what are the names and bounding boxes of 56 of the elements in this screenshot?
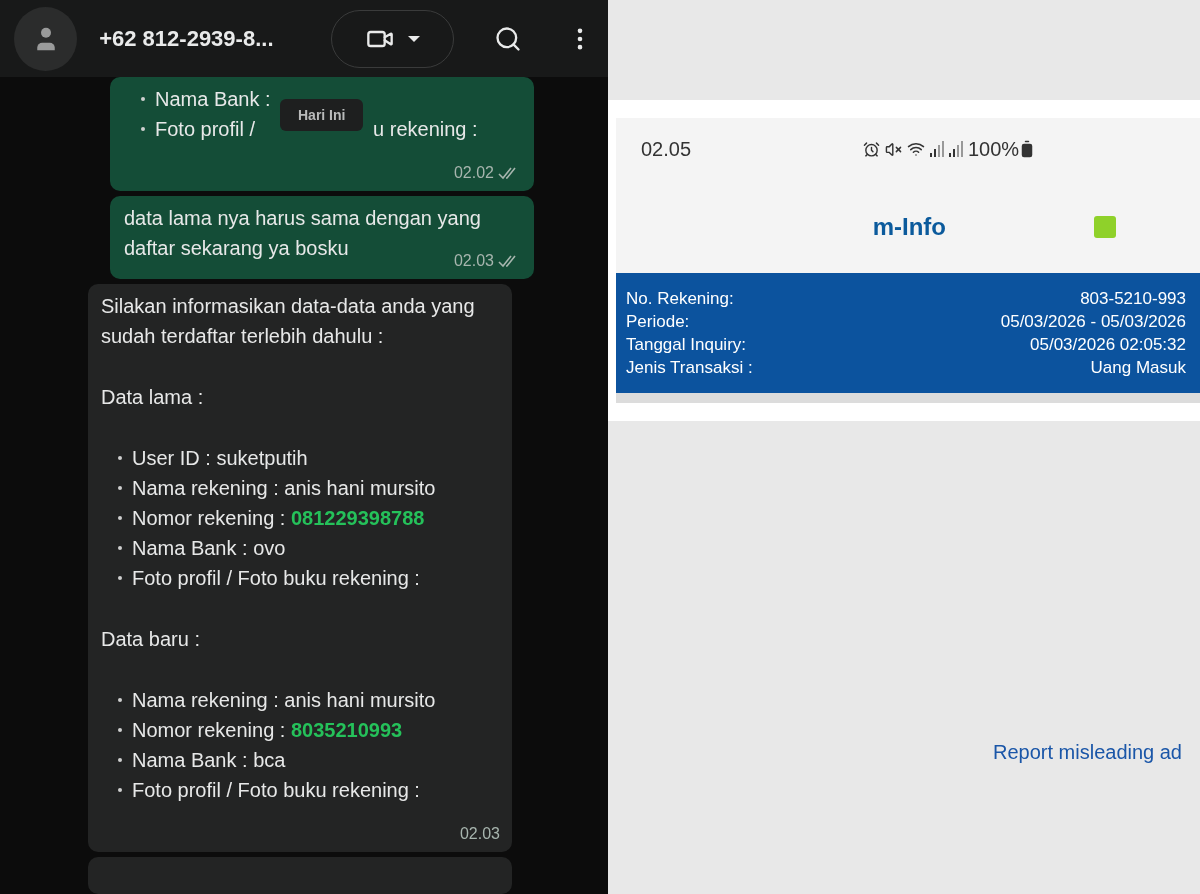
message-time: 02.03 xyxy=(459,825,500,843)
signal-icon xyxy=(930,141,944,157)
info-label: Periode: xyxy=(626,311,691,333)
mute-icon xyxy=(885,140,902,158)
bullet-icon xyxy=(141,97,145,101)
message-text: User ID : suketputih xyxy=(132,446,308,471)
message-text: Nama rekening : anis hani mursito xyxy=(132,688,436,713)
app-icon xyxy=(1094,215,1116,238)
info-label: Jenis Transaksi : xyxy=(626,357,753,379)
message-text: Foto profil / xyxy=(155,117,256,142)
date-chip: Hari Ini xyxy=(280,99,364,131)
bullet-icon xyxy=(118,546,122,550)
info-label: Tanggal Inquiry: xyxy=(626,334,748,356)
account-number: 8035210993 xyxy=(290,718,403,743)
account-number: 081229398788 xyxy=(290,506,425,531)
bullet-icon xyxy=(118,576,122,580)
info-label: No. Rekening: xyxy=(626,288,735,310)
message-text: sudah terdaftar terlebih dahulu : xyxy=(101,324,384,349)
alarm-icon xyxy=(863,140,880,158)
message-text: u rekening : xyxy=(373,117,478,142)
message-text: Nama Bank : ovo xyxy=(132,536,286,561)
message-text: Data lama : xyxy=(101,385,204,410)
message-text: Data baru : xyxy=(101,627,200,652)
message-text: Nama rekening : anis hani mursito xyxy=(132,476,436,501)
contact-name: +62 812-2939-8... xyxy=(99,25,275,52)
message-text: Foto profil / Foto buku rekening : xyxy=(132,566,420,591)
message-text: Nomor rekening : xyxy=(132,506,287,531)
message-text: Nama Bank : xyxy=(155,87,271,112)
message-text: Nomor rekening : xyxy=(132,718,287,743)
bullet-icon xyxy=(141,127,145,131)
search-icon[interactable] xyxy=(494,24,522,53)
info-value: 803-5210-993 xyxy=(1079,288,1186,310)
message-text: Foto profil / Foto buku rekening : xyxy=(132,778,420,803)
bullet-icon xyxy=(118,728,122,732)
signal-icon xyxy=(949,141,963,157)
info-value: 05/03/2026 02:05:32 xyxy=(1029,334,1186,356)
wifi-icon xyxy=(907,140,925,158)
message-time: 02.03 xyxy=(453,252,494,270)
battery-percent: 100% xyxy=(968,137,1020,161)
bullet-icon xyxy=(118,486,122,490)
bullet-icon xyxy=(118,456,122,460)
message-text: Nama Bank : bca xyxy=(132,748,286,773)
bullet-icon xyxy=(118,788,122,792)
info-value: Uang Masuk xyxy=(1089,357,1186,379)
bullet-icon xyxy=(118,758,122,762)
bullet-icon xyxy=(118,516,122,520)
info-value: 05/03/2026 - 05/03/2026 xyxy=(999,311,1186,333)
app-title: m-Info xyxy=(872,212,946,241)
caret-icon xyxy=(407,35,420,42)
message-text: daftar sekarang ya bosku xyxy=(124,236,349,261)
message-time: 02.02 xyxy=(453,164,494,182)
bullet-icon xyxy=(118,698,122,702)
status-time: 02.05 xyxy=(641,137,693,161)
message-text: data lama nya harus sama dengan yang xyxy=(124,206,481,231)
report-ad-link[interactable]: Report misleading ad xyxy=(993,741,1182,764)
message-text: Silakan informasikan data-data anda yang xyxy=(101,294,475,319)
